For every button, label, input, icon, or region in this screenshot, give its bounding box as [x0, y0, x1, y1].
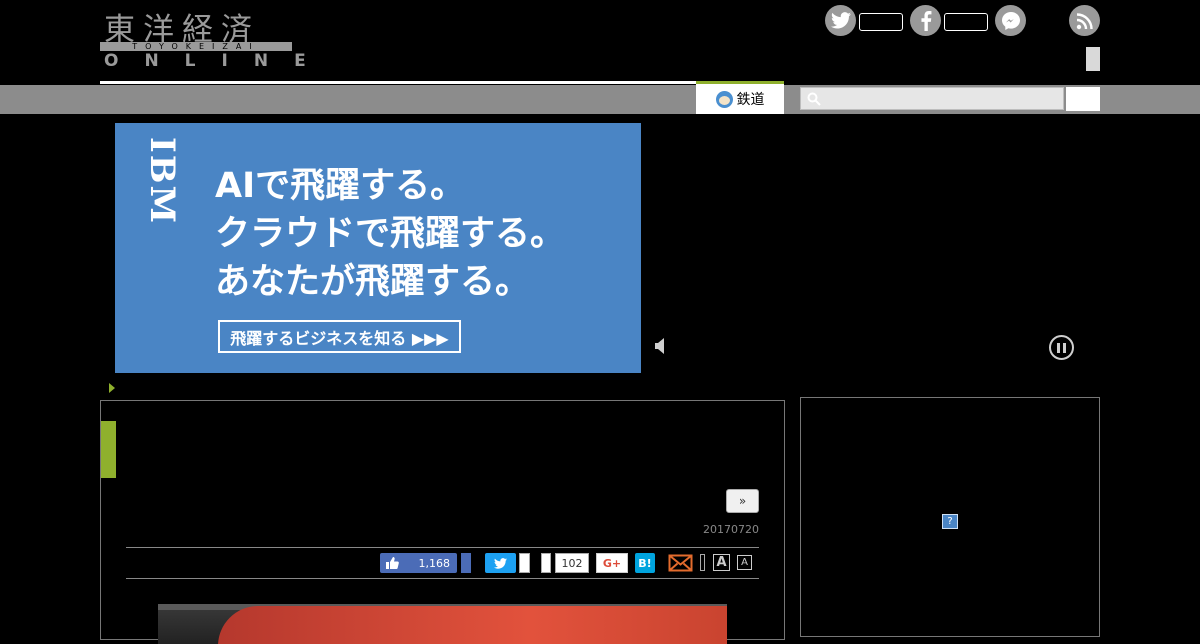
- search-button[interactable]: [1066, 87, 1100, 111]
- font-size-small-button[interactable]: A: [737, 555, 752, 570]
- messenger-icon[interactable]: [995, 5, 1026, 36]
- share-divider-bottom: [126, 578, 759, 579]
- tab-railway[interactable]: 鉄道: [696, 81, 784, 114]
- twitter-icon: [494, 557, 507, 569]
- facebook-icon[interactable]: [910, 5, 941, 36]
- mascot-icon: [715, 90, 733, 108]
- twitter-icon[interactable]: [825, 5, 856, 36]
- title-accent-bar: [101, 421, 116, 478]
- rss-icon[interactable]: [1069, 5, 1100, 36]
- google-plus-button[interactable]: G+: [596, 553, 628, 573]
- logo-band-text: TOYOKEIZAI: [100, 42, 292, 51]
- nav-divider: [100, 81, 696, 84]
- print-button[interactable]: [700, 554, 705, 571]
- twitter-follow-count: [859, 13, 903, 31]
- thumbs-up-icon: [386, 557, 399, 569]
- facebook-like-count: [944, 13, 988, 31]
- tab-railway-label: 鉄道: [736, 92, 765, 108]
- adchoices-button[interactable]: ?: [942, 514, 958, 529]
- facebook-like-count-label: 1,168: [418, 556, 451, 570]
- mute-icon[interactable]: [653, 336, 669, 356]
- hatena-bookmark-button[interactable]: B!: [635, 553, 655, 573]
- login-button[interactable]: [1086, 47, 1100, 71]
- logo-online-text: ONLINE: [104, 51, 332, 71]
- facebook-share-button[interactable]: [461, 553, 471, 573]
- next-page-button[interactable]: »: [726, 489, 759, 513]
- font-size-large-button[interactable]: A: [713, 554, 730, 571]
- ad-cta-button[interactable]: 飛躍するビジネスを知る ▶▶▶: [218, 320, 461, 353]
- breadcrumb-arrow-icon: [109, 383, 115, 393]
- ibm-logo: IBM: [142, 136, 182, 226]
- hatena-count-bubble: 102: [555, 553, 589, 573]
- ad-banner[interactable]: IBM AIで飛躍する。 クラウドで飛躍する。 あなたが飛躍する。 飛躍するビジ…: [115, 123, 641, 373]
- pocket-count-bubble: [541, 553, 551, 573]
- mail-icon[interactable]: [668, 553, 693, 573]
- tweet-button[interactable]: [485, 553, 516, 573]
- tweet-count-bubble: [519, 553, 530, 573]
- ad-line-1: AIで飛躍する。: [215, 166, 466, 206]
- article-photo: [158, 604, 727, 644]
- ad-line-2: クラウドで飛躍する。: [215, 214, 566, 254]
- article-date: 20170720: [703, 523, 759, 536]
- search-icon: [807, 92, 821, 106]
- pause-button[interactable]: [1049, 335, 1074, 360]
- ad-line-3: あなたが飛躍する。: [215, 262, 531, 302]
- facebook-like-button[interactable]: 1,168: [380, 553, 457, 573]
- share-divider-top: [126, 547, 759, 548]
- search-input[interactable]: [800, 87, 1064, 110]
